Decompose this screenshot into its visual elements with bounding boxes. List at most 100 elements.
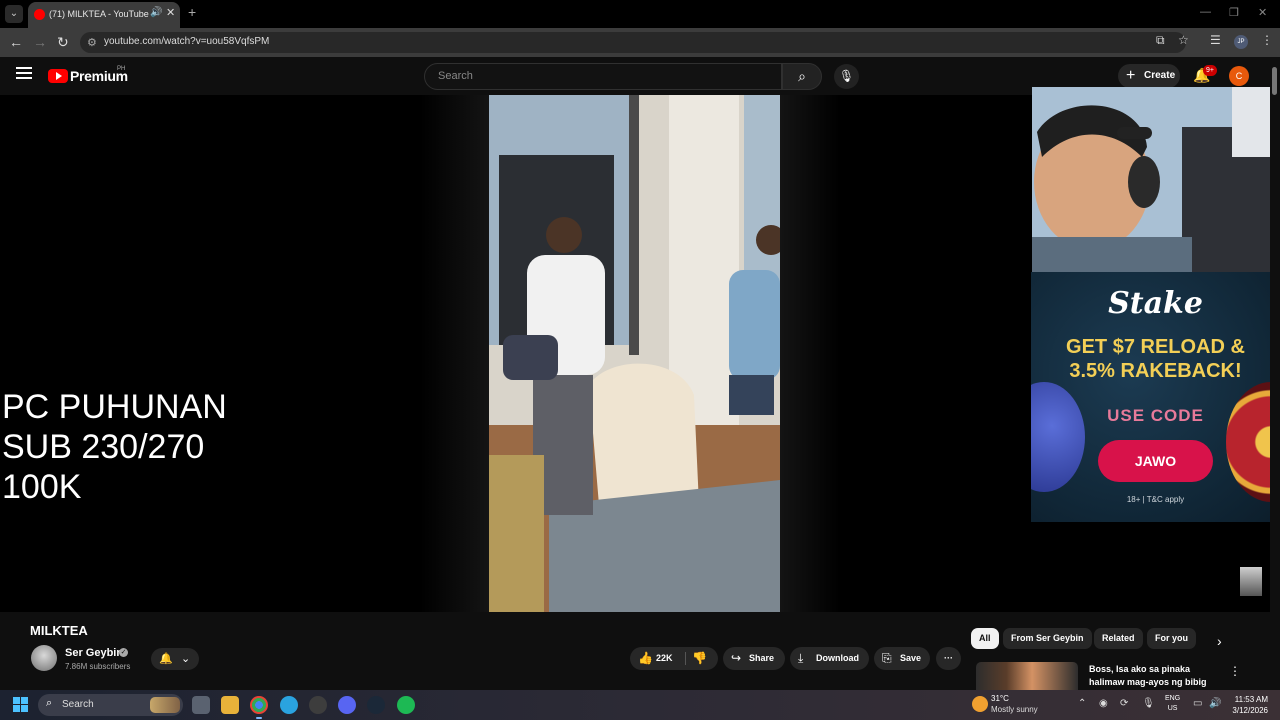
thumbs-up-icon[interactable]: 👍 xyxy=(638,647,653,670)
stake-logo: Stake xyxy=(1108,286,1203,321)
create-button[interactable]: + Create xyxy=(1118,64,1180,88)
chip-all[interactable]: All xyxy=(971,628,999,649)
maximize-button[interactable]: ❐ xyxy=(1229,6,1239,19)
share-label: Share xyxy=(749,653,775,663)
use-code-label: USE CODE xyxy=(1107,406,1204,425)
back-icon[interactable]: ← xyxy=(9,34,23,50)
tab-search-dropdown[interactable]: ⌄ xyxy=(5,5,23,23)
forward-icon[interactable]: → xyxy=(33,34,47,50)
recommended-video-title[interactable]: Boss, Isa ako sa pinaka halimaw mag-ayos… xyxy=(1089,663,1214,689)
search-highlight-icon xyxy=(150,697,180,713)
windows-start-icon[interactable] xyxy=(13,697,29,713)
share-button[interactable]: ↪ Share xyxy=(723,647,785,670)
language-indicator[interactable]: ENG US xyxy=(1165,694,1180,714)
taskbar-search[interactable]: ⌕ Search xyxy=(38,694,183,716)
search-icon: ⌕ xyxy=(798,68,806,84)
tray-chevron-icon[interactable]: ⌃ xyxy=(1078,698,1086,709)
tab-youtube[interactable]: (71) MILKTEA - YouTube 🔊 ✕ xyxy=(28,2,180,28)
browser-profile-avatar[interactable]: JP xyxy=(1234,35,1248,49)
network-icon[interactable]: ◉ xyxy=(1099,698,1108,709)
address-bar[interactable]: ⚙ youtube.com/watch?v=uou58VqfsPM xyxy=(80,32,1186,53)
save-icon: ⎘ xyxy=(882,651,892,665)
stake-ad-overlay: Stake GET $7 RELOAD & 3.5% RAKEBACK! USE… xyxy=(1031,272,1280,522)
chip-for-you[interactable]: For you xyxy=(1147,628,1196,649)
tab-close-button[interactable]: ✕ xyxy=(166,6,175,19)
display-icon[interactable]: ▭ xyxy=(1193,698,1202,709)
reading-list-icon[interactable]: ☰ xyxy=(1210,33,1221,47)
chrome-icon[interactable] xyxy=(250,696,268,714)
new-tab-button[interactable]: + xyxy=(188,4,196,20)
channel-name[interactable]: Ser Geybin xyxy=(65,647,123,659)
weather-temp: 31°C xyxy=(991,694,1009,703)
search-button[interactable]: ⌕ xyxy=(782,63,822,90)
promo-code-badge: JAWO xyxy=(1098,440,1213,482)
task-view-icon[interactable] xyxy=(192,696,210,714)
download-icon: ⤓ xyxy=(798,651,804,665)
video-info-section: MILKTEA Ser Geybin ✓ 7.86M subscribers 🔔… xyxy=(0,612,1280,690)
search-input[interactable] xyxy=(438,70,768,82)
like-dislike-group: 👍 22K 👎 xyxy=(630,647,718,670)
like-count[interactable]: 22K xyxy=(656,647,673,670)
verified-icon: ✓ xyxy=(119,648,128,657)
more-actions-button[interactable]: ··· xyxy=(936,647,961,670)
search-box xyxy=(424,63,782,90)
channel-avatar[interactable] xyxy=(31,645,57,671)
mic-tray-icon[interactable]: 🎙 xyxy=(1142,698,1155,709)
reload-icon[interactable]: ↻ xyxy=(57,34,69,51)
taskbar-clock[interactable]: 11:53 AM 3/12/2026 xyxy=(1228,694,1268,716)
player-pillarbox-right xyxy=(780,95,840,612)
small-thumbnail-overlay xyxy=(1240,567,1262,596)
windows-taskbar: ⌕ Search 31°C Mostly sunny ⌃ ◉ ⟳ 🎙 ENG U… xyxy=(0,690,1280,720)
bookmark-star-icon[interactable]: ☆ xyxy=(1178,33,1189,47)
chevron-right-icon[interactable]: › xyxy=(1217,633,1222,649)
chip-from-channel[interactable]: From Ser Geybin xyxy=(1003,628,1092,649)
url-text: youtube.com/watch?v=uou58VqfsPM xyxy=(104,36,270,47)
telegram-icon[interactable] xyxy=(280,696,298,714)
sync-icon[interactable]: ⟳ xyxy=(1120,698,1128,709)
menu-dots-icon[interactable]: ⋮ xyxy=(1261,33,1273,47)
thumbs-down-icon[interactable]: 👎 xyxy=(692,647,707,670)
cricket-ball-graphic xyxy=(1031,382,1085,492)
account-avatar[interactable]: C xyxy=(1229,66,1249,86)
obs-icon[interactable] xyxy=(309,696,327,714)
download-label: Download xyxy=(816,653,859,663)
webcam-illustration xyxy=(1032,87,1280,272)
discord-icon[interactable] xyxy=(338,696,356,714)
scrollbar-thumb[interactable] xyxy=(1272,67,1277,95)
minimize-button[interactable]: — xyxy=(1200,6,1211,18)
plus-icon: + xyxy=(1126,67,1136,84)
spotify-icon[interactable] xyxy=(397,696,415,714)
save-button[interactable]: ⎘ Save xyxy=(874,647,930,670)
voice-search-button[interactable]: 🎙 xyxy=(834,64,859,89)
install-icon[interactable]: ⧉ xyxy=(1156,33,1165,48)
share-icon: ↪ xyxy=(731,651,742,665)
create-label: Create xyxy=(1144,70,1176,81)
window-close-button[interactable]: ✕ xyxy=(1258,6,1267,19)
hamburger-icon[interactable] xyxy=(16,67,32,81)
youtube-logo-icon[interactable] xyxy=(48,69,68,83)
language-code: ENG xyxy=(1165,695,1181,702)
recommended-more-icon[interactable]: ⋮ xyxy=(1229,664,1241,678)
site-info-icon[interactable]: ⚙ xyxy=(87,36,97,49)
clock-date: 3/12/2026 xyxy=(1232,706,1268,715)
audio-icon[interactable]: 🔊 xyxy=(150,7,162,18)
save-label: Save xyxy=(900,653,922,663)
page-scrollbar[interactable] xyxy=(1270,57,1280,690)
subscription-bell-button[interactable]: 🔔 ⌄ xyxy=(151,648,199,670)
chip-related[interactable]: Related xyxy=(1094,628,1143,649)
file-explorer-icon[interactable] xyxy=(221,696,239,714)
stream-overlay-text: PC PUHUNAN SUB 230/270 100K xyxy=(2,388,227,506)
ad-headline: GET $7 RELOAD & 3.5% RAKEBACK! xyxy=(1066,336,1245,382)
like-divider xyxy=(685,652,686,665)
steam-icon[interactable] xyxy=(367,696,385,714)
country-code: PH xyxy=(117,66,126,72)
weather-desc: Mostly sunny xyxy=(991,705,1038,714)
subscriber-count: 7.86M subscribers xyxy=(65,662,131,671)
tab-title: (71) MILKTEA - YouTube xyxy=(49,9,149,19)
recommended-video-thumbnail[interactable] xyxy=(976,662,1078,690)
download-button[interactable]: ⤓ Download xyxy=(790,647,869,670)
taskbar-search-label: Search xyxy=(62,699,94,710)
chrome-active-indicator xyxy=(256,717,262,719)
video-frame[interactable] xyxy=(489,95,780,612)
volume-icon[interactable]: 🔊 xyxy=(1209,698,1221,709)
